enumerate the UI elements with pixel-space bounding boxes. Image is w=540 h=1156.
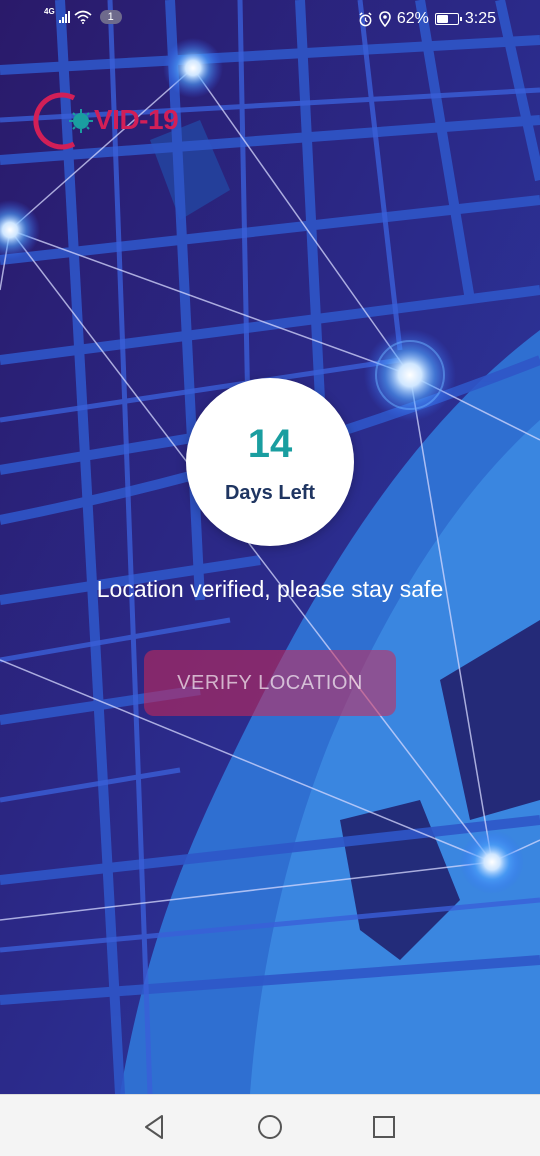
map-background (0, 0, 540, 1094)
home-icon (258, 1115, 282, 1139)
battery-icon (434, 13, 462, 25)
logo-text: VID-19 (94, 104, 179, 135)
location-icon (379, 11, 391, 27)
app-screen: 4G 1 62% 3:25 VID-19 14 Days Left Locati… (0, 0, 540, 1156)
navigation-bar (0, 1094, 540, 1156)
back-button[interactable] (136, 1109, 172, 1145)
recents-button[interactable] (366, 1109, 402, 1145)
status-bar: 4G 1 62% 3:25 (0, 0, 540, 40)
days-left-count: 14 (247, 422, 293, 466)
recents-icon (373, 1116, 395, 1138)
back-icon (145, 1115, 163, 1139)
covid-logo: VID-19 (24, 86, 204, 156)
cell-signal-icon (58, 11, 70, 23)
home-button[interactable] (252, 1109, 288, 1145)
status-right: 62% 3:25 (358, 10, 496, 28)
battery-percentage: 62% (396, 10, 429, 27)
days-left-label: Days Left (224, 482, 316, 504)
network-type: 4G (44, 6, 55, 16)
location-status-message: Location verified, please stay safe (96, 576, 444, 602)
wifi-icon (74, 10, 92, 24)
days-left-card: 14 Days Left (186, 378, 354, 546)
notification-count-badge: 1 (99, 10, 122, 24)
clock-time: 3:25 (464, 10, 496, 27)
alarm-icon (359, 11, 372, 26)
verify-location-button[interactable]: VERIFY LOCATION (144, 650, 396, 716)
status-left: 4G 1 (44, 6, 122, 24)
